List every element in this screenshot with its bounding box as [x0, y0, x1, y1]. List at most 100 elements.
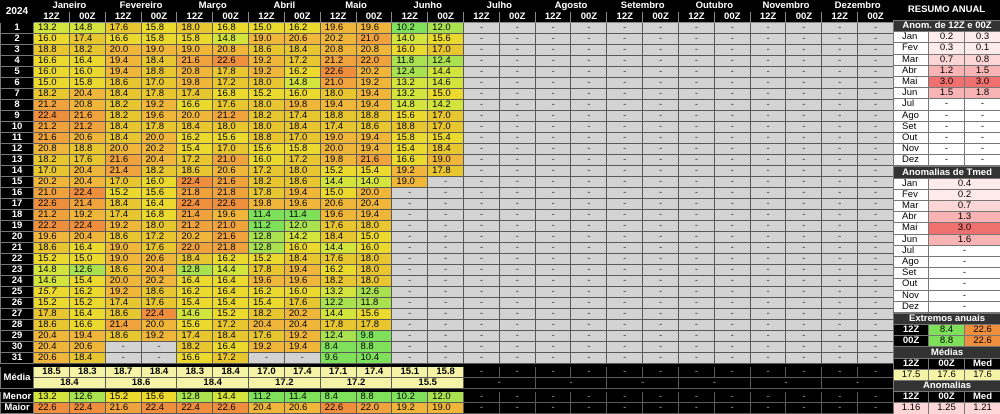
- day-number: 7: [0, 88, 34, 100]
- media-row: Média 18.5 18.3 18.7 18.4 18.3 18.4 17.0 17.4 17.…: [0, 366, 894, 389]
- blank-cell: -: [498, 366, 536, 378]
- temp-cell: -: [391, 330, 429, 342]
- temp-cell: 17.6: [319, 253, 357, 265]
- tmed-month: Ago: [893, 255, 929, 269]
- empty-cell: -: [498, 132, 536, 144]
- temp-cell: 19.2: [68, 209, 106, 221]
- empty-cell: -: [713, 286, 751, 298]
- empty-cell: -: [677, 132, 715, 144]
- temp-cell: 18.4: [427, 143, 464, 155]
- temp-cell: -: [391, 187, 429, 199]
- empty-cell: -: [606, 66, 644, 78]
- temp-cell: 21.6: [33, 132, 70, 144]
- empty-cell: -: [534, 143, 572, 155]
- temp-cell: 17.0: [212, 143, 249, 155]
- month-header-agosto: Agosto: [534, 0, 608, 12]
- temp-cell: 22.6: [212, 55, 249, 67]
- empty-cell: -: [463, 176, 500, 188]
- empty-cell: -: [606, 242, 644, 254]
- empty-cell: -: [677, 33, 715, 45]
- anom-00z: 3.0: [964, 75, 1000, 89]
- empty-cell: -: [713, 209, 751, 221]
- month-header-junho: Junho: [391, 0, 464, 12]
- empty-cell: -: [498, 319, 536, 331]
- empty-cell: -: [570, 22, 608, 34]
- temp-cell: 17.6: [248, 330, 285, 342]
- tmed-row: Jun 1.6: [893, 233, 1000, 246]
- empty-cell: -: [821, 330, 859, 342]
- temp-cell: 19.0: [427, 154, 464, 166]
- empty-cell: -: [463, 110, 500, 122]
- temp-cell: -: [391, 275, 429, 287]
- extreme-cell: 15.6: [140, 391, 178, 403]
- temp-cell: 22.4: [176, 198, 214, 210]
- tmed-value: 1.3: [928, 211, 1000, 224]
- empty-cell: -: [713, 341, 751, 353]
- temp-cell: 18.2: [68, 44, 106, 56]
- temp-cell: 20.2: [33, 176, 70, 188]
- tmed-row: Dez -: [893, 300, 1000, 313]
- temp-cell: 16.0: [283, 242, 321, 254]
- empty-cell: -: [534, 231, 572, 243]
- temp-cell: 18.2: [248, 110, 285, 122]
- empty-cell: -: [570, 253, 608, 265]
- temp-cell: 15.8: [176, 33, 214, 45]
- temp-cell: -: [391, 264, 429, 276]
- empty-cell: -: [713, 22, 751, 34]
- empty-cell: -: [498, 297, 536, 309]
- temp-cell: 16.2: [283, 66, 321, 78]
- anom-row: Nov - -: [893, 143, 1000, 156]
- blank-cell: -: [749, 366, 787, 378]
- temp-cell: 21.4: [68, 198, 106, 210]
- empty-cell: -: [749, 209, 787, 221]
- month-header-março: Março: [176, 0, 249, 12]
- blank-cell: -: [642, 366, 679, 378]
- empty-cell: -: [785, 352, 823, 364]
- day-row: 1 13.2 14.8 17.6 15.8 18.0 16.8 15.0 16.2 19.6 19.…: [0, 22, 894, 34]
- empty-cell: -: [749, 341, 787, 353]
- empty-cell: -: [677, 77, 715, 89]
- temp-cell: -: [391, 352, 429, 364]
- temp-cell: 17.8: [140, 88, 178, 100]
- empty-cell: -: [642, 231, 679, 243]
- temp-cell: 16.2: [212, 253, 249, 265]
- extreme-cell: 10.2: [391, 391, 429, 403]
- temp-cell: 17.2: [283, 55, 321, 67]
- empty-cell: -: [713, 198, 751, 210]
- empty-cell: -: [785, 209, 823, 221]
- empty-cell: -: [570, 231, 608, 243]
- blank-cell: -: [642, 402, 679, 414]
- temp-cell: 20.4: [283, 319, 321, 331]
- anom-00z: -: [964, 120, 1000, 133]
- blank-cell: -: [570, 391, 608, 403]
- anom-month: Abr: [893, 64, 929, 77]
- temp-cell: 19.2: [140, 99, 178, 111]
- temp-cell: 14.6: [427, 77, 464, 89]
- temp-cell: 17.0: [427, 121, 464, 133]
- empty-cell: -: [606, 121, 644, 133]
- temp-cell: 17.2: [212, 77, 249, 89]
- day-number: 27: [0, 308, 34, 320]
- empty-cell: -: [677, 231, 715, 243]
- empty-cell: -: [821, 165, 859, 177]
- temp-cell: 17.4: [176, 88, 214, 100]
- subheader-00z: 00Z: [713, 11, 751, 23]
- empty-cell: -: [749, 165, 787, 177]
- temp-cell: 20.2: [140, 275, 178, 287]
- empty-cell: -: [498, 308, 536, 320]
- temp-cell: 17.4: [283, 110, 321, 122]
- temp-cell: 18.0: [212, 121, 249, 133]
- medias-header: 12Z: [893, 357, 929, 370]
- temp-cell: 14.2: [283, 231, 321, 243]
- temp-cell: 19.2: [248, 66, 285, 78]
- empty-cell: -: [713, 253, 751, 265]
- day-row: 2 16.0 17.4 16.6 15.8 15.8 14.8 19.0 20.6 20.2 21.…: [0, 33, 894, 45]
- temp-cell: 16.8: [212, 88, 249, 100]
- blank-cell: -: [677, 391, 715, 403]
- temp-cell: -: [427, 319, 464, 331]
- avg-cell: 18.7: [104, 366, 142, 378]
- empty-cell: -: [570, 66, 608, 78]
- empty-cell: -: [749, 286, 787, 298]
- empty-cell: -: [749, 33, 787, 45]
- empty-cell: -: [534, 176, 572, 188]
